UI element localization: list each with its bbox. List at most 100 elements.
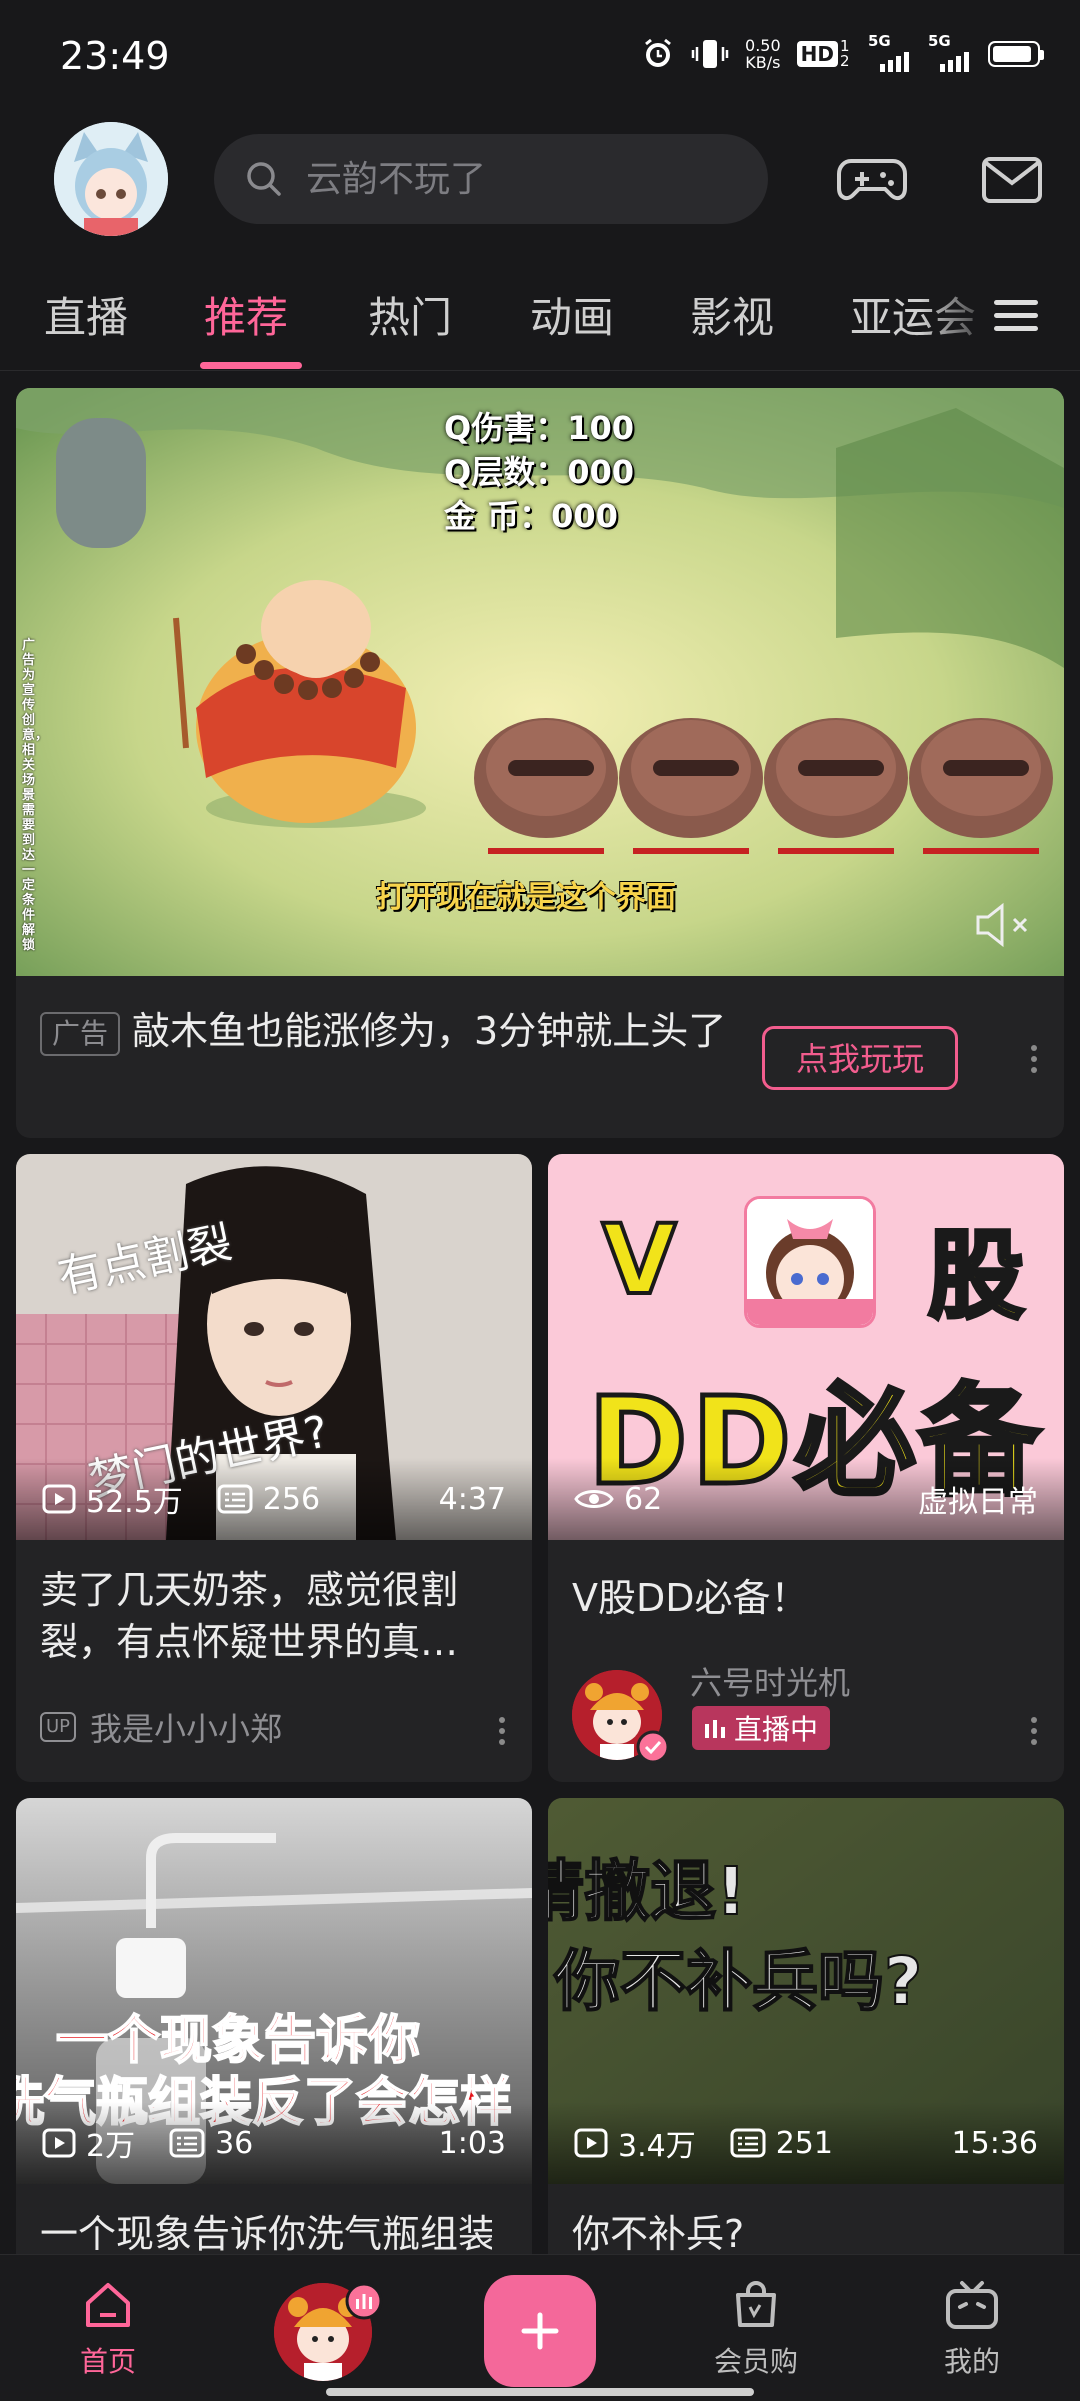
nav-home[interactable]: 首页 (38, 2277, 178, 2380)
danmaku-icon (730, 2128, 766, 2158)
home-icon (86, 2283, 130, 2327)
video-stats: 62 虚拟日常 (548, 1458, 1064, 1540)
search-bar[interactable] (214, 134, 768, 224)
status-icons: 0.50 KB/s HD 1 2 5G 5G (641, 32, 1044, 72)
avatar-illustration (54, 122, 168, 236)
video-title[interactable]: 一个现象告诉你洗气瓶组装反了会怎样 (40, 2208, 492, 2260)
video-duration: 15:36 (951, 2125, 1038, 2161)
tab-live[interactable]: 直播 (44, 284, 128, 345)
battery-icon (988, 41, 1044, 67)
danmaku-stat: 256 (217, 1482, 320, 1517)
views-stat: 3.4万 (574, 2121, 696, 2165)
video-thumbnail[interactable]: 有点割裂 梦门的世界? 52.5万 256 4:37 (16, 1154, 532, 1540)
vibrate-icon (691, 40, 729, 68)
ad-caption: 打开现在就是这个界面 (376, 880, 676, 915)
video-thumbnail[interactable]: V 股 DD必备 62 虚拟日常 (548, 1154, 1064, 1540)
views-stat: 2万 (42, 2121, 135, 2165)
live-label: 直播中 (734, 1713, 819, 1746)
tab-menu-icon[interactable] (994, 292, 1038, 339)
video-stats: 2万 36 1:03 (16, 2102, 532, 2184)
ad-stats-overlay: Q伤害：100 Q层数：000 金 币：000 (444, 406, 634, 538)
active-tab-indicator (200, 362, 302, 369)
danmaku-stat: 251 (730, 2126, 833, 2161)
live-badge[interactable]: 直播中 (692, 1706, 831, 1750)
plus-icon (521, 2312, 559, 2350)
video-title[interactable]: 你不补兵? (572, 2208, 1024, 2260)
category-label: 虚拟日常 (918, 1485, 1038, 1520)
tab-film[interactable]: 影视 (690, 284, 774, 345)
views-count: 62 (624, 1481, 663, 1517)
tv-icon (946, 2281, 998, 2329)
clock: 23:49 (60, 34, 170, 78)
play-count-icon (42, 1484, 76, 1514)
home-indicator[interactable] (326, 2388, 754, 2396)
ad-stat-line: Q层数：000 (444, 453, 635, 491)
uploader-row[interactable]: UP 我是小小小郑 (40, 1704, 282, 1750)
signal-icon-1: 5G (868, 32, 912, 72)
views-stat: 52.5万 (42, 1477, 183, 1521)
danmaku-icon (217, 1484, 253, 1514)
messages-button[interactable] (976, 144, 1048, 216)
tab-recommend[interactable]: 推荐 (204, 284, 288, 345)
verified-icon (636, 1730, 670, 1764)
tab-anime[interactable]: 动画 (530, 284, 614, 345)
ad-tag: 广告 (40, 1011, 121, 1056)
eye-icon (574, 1490, 614, 1508)
thumb-text-v: V (600, 1202, 678, 1318)
thumb-text-line2: 你不补兵吗? (553, 1942, 923, 2021)
ad-thumbnail[interactable]: Q伤害：100 Q层数：000 金 币：000 广告为宣传创意，相关场景需要到达… (16, 388, 1064, 976)
streamer-name[interactable]: 六号时光机 (690, 1658, 850, 1704)
more-icon[interactable] (498, 1712, 506, 1750)
video-duration: 1:03 (438, 2125, 506, 2161)
status-bar: 23:49 0.50 KB/s HD 1 2 5G 5G (0, 0, 1080, 118)
user-avatar[interactable] (54, 122, 168, 236)
danmaku-count: 36 (215, 2125, 254, 2161)
net-speed: 0.50 KB/s (745, 37, 781, 71)
alarm-icon (645, 38, 671, 67)
publish-button[interactable] (484, 2275, 596, 2387)
ad-card[interactable]: Q伤害：100 Q层数：000 金 币：000 广告为宣传创意，相关场景需要到达… (16, 388, 1064, 1138)
danmaku-count: 251 (775, 2125, 833, 2161)
tab-hot[interactable]: 热门 (368, 284, 452, 345)
danmaku-count: 256 (262, 1481, 321, 1517)
character-illustration (747, 1199, 873, 1325)
video-duration: 4:37 (438, 1481, 506, 1517)
play-count-icon (574, 2128, 608, 2158)
danmaku-stat: 36 (169, 2126, 253, 2161)
video-title[interactable]: V股DD必备！ (572, 1572, 1024, 1624)
video-thumbnail[interactable]: 一个现象告诉你 洗气瓶组装反了会怎样 2万 36 1:03 (16, 1798, 532, 2184)
signal-label-1: 5G (868, 32, 891, 50)
ad-more-icon[interactable] (1030, 1040, 1038, 1078)
hd-label: HD (796, 41, 838, 67)
signal-icon-2: 5G (928, 32, 972, 72)
thumb-text-gu: 股 (926, 1218, 1026, 1334)
video-title[interactable]: 卖了几天奶茶，感觉很割裂，有点怀疑世界的真… (40, 1564, 492, 1668)
video-thumbnail[interactable]: 请撤退! 你不补兵吗? 3.4万 251 15:36 (548, 1798, 1064, 2184)
video-stats: 3.4万 251 15:36 (548, 2102, 1064, 2184)
more-icon[interactable] (1030, 1712, 1038, 1750)
video-card[interactable]: 请撤退! 你不补兵吗? 3.4万 251 15:36 你不补兵? (548, 1798, 1064, 2268)
hd-sub: 1 2 (840, 37, 850, 70)
views-count: 3.4万 (618, 2129, 696, 2164)
video-card[interactable]: V 股 DD必备 62 虚拟日常 V股DD必备！ 六号时光机 直播中 (548, 1154, 1064, 1782)
ad-title-text: 敲木鱼也能涨修为，3分钟就上头了 (132, 1009, 727, 1053)
ad-play-button[interactable]: 点我玩玩 (762, 1026, 958, 1090)
ad-title: 广告 敲木鱼也能涨修为，3分钟就上头了 (40, 1006, 740, 1056)
net-speed-value: 0.50 (745, 36, 781, 55)
game-center-button[interactable] (836, 144, 908, 216)
gamepad-icon (837, 159, 907, 201)
video-card[interactable]: 一个现象告诉你 洗气瓶组装反了会怎样 2万 36 1:03 一个现象告诉你洗气瓶… (16, 1798, 532, 2268)
danmaku-icon (169, 2128, 205, 2158)
bottom-nav: 首页 会员购 我的 (0, 2254, 1080, 2401)
nav-vip-shop[interactable]: 会员购 (686, 2277, 826, 2380)
video-card[interactable]: 有点割裂 梦门的世界? 52.5万 256 4:37 卖了几天奶茶，感觉很割裂，… (16, 1154, 532, 1782)
shopping-bag-icon (736, 2281, 776, 2327)
category-tabs: 直播 推荐 热门 动画 影视 亚运会 (0, 270, 1080, 371)
play-count-icon (42, 2128, 76, 2158)
search-icon (247, 162, 281, 196)
mute-icon[interactable] (974, 900, 1036, 950)
nav-mine[interactable]: 我的 (902, 2277, 1042, 2380)
search-input[interactable] (304, 157, 728, 201)
ad-stat-line: Q伤害：100 (444, 409, 635, 447)
ad-disclaimer: 广告为宣传创意，相关场景需要到达一定条件解锁 (22, 638, 49, 953)
